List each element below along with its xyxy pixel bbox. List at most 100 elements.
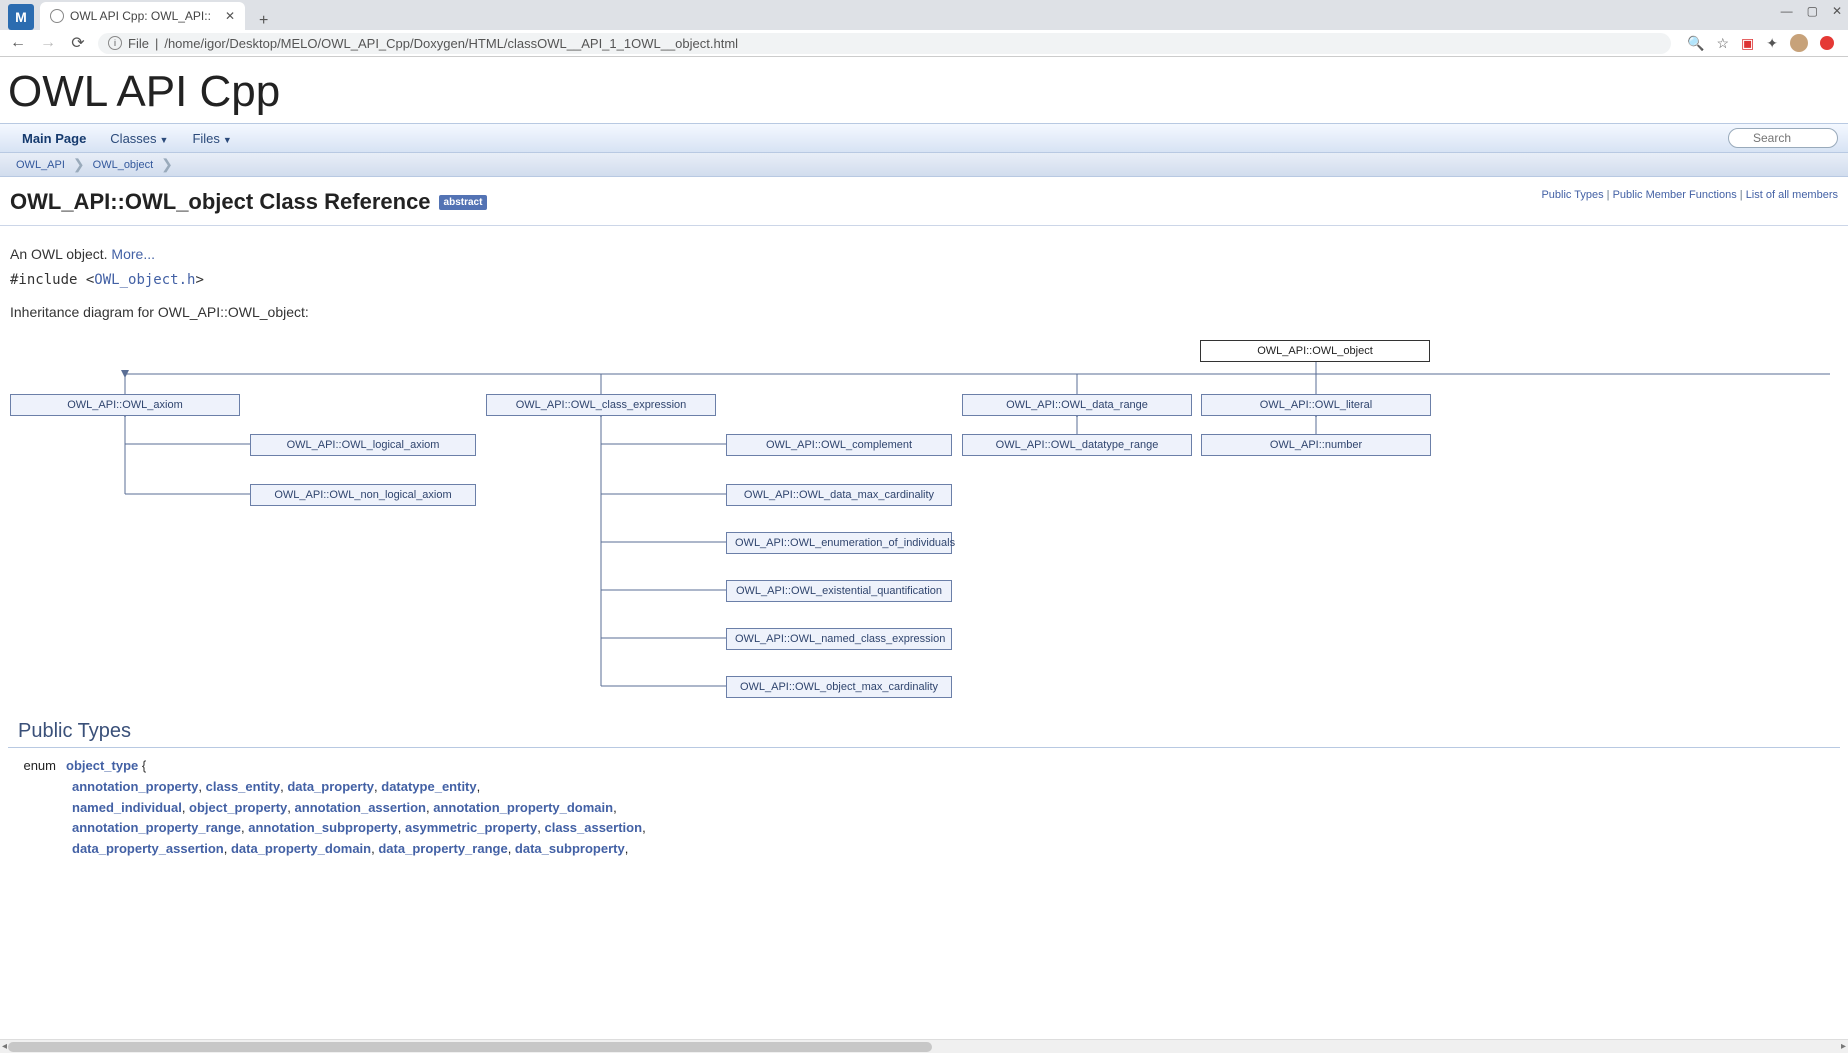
public-types-table: enum object_type { annotation_property, … <box>0 748 1848 868</box>
diag-node-literal[interactable]: OWL_API::OWL_literal <box>1201 394 1431 416</box>
enum-val[interactable]: data_property_assertion <box>72 841 224 856</box>
link-public-types[interactable]: Public Types <box>1541 189 1603 201</box>
diag-node-datatype-range[interactable]: OWL_API::OWL_datatype_range <box>962 434 1192 456</box>
nav-classes[interactable]: Classes ▼ <box>98 125 180 152</box>
diag-node-data-max-card[interactable]: OWL_API::OWL_data_max_cardinality <box>726 484 952 506</box>
diag-node-axiom[interactable]: OWL_API::OWL_axiom <box>10 394 240 416</box>
breadcrumb-sep-icon: ❯ <box>73 156 85 173</box>
diag-node-logical-axiom[interactable]: OWL_API::OWL_logical_axiom <box>250 434 476 456</box>
forward-button[interactable]: → <box>38 34 58 52</box>
inheritance-diagram: OWL_API::OWL_object OWL_API::OWL_axiom O… <box>0 336 1848 706</box>
enum-val[interactable]: annotation_subproperty <box>248 820 398 835</box>
enum-brace: { <box>142 758 146 773</box>
chevron-down-icon: ▼ <box>160 135 169 145</box>
abstract-badge: abstract <box>439 195 488 210</box>
chevron-down-icon: ▼ <box>223 135 232 145</box>
page-title: OWL_API::OWL_object Class Reference abst… <box>10 189 487 215</box>
enum-values-line2: named_individual, object_property, annot… <box>16 798 1832 819</box>
diag-node-data-range[interactable]: OWL_API::OWL_data_range <box>962 394 1192 416</box>
enum-val[interactable]: annotation_property_domain <box>433 800 613 815</box>
diag-node-named-class-expr[interactable]: OWL_API::OWL_named_class_expression <box>726 628 952 650</box>
diag-node-class-expression[interactable]: OWL_API::OWL_class_expression <box>486 394 716 416</box>
enum-name-link[interactable]: object_type <box>66 758 138 773</box>
breadcrumb-leaf[interactable]: OWL_object <box>85 159 162 171</box>
main-nav: Main Page Classes ▼ Files ▼ 🔍 <box>0 123 1848 153</box>
horizontal-scrollbar[interactable]: ◂ ▸ <box>0 1039 1848 1053</box>
back-button[interactable]: ← <box>8 34 28 52</box>
project-title: OWL API Cpp <box>0 57 1848 123</box>
close-window-button[interactable]: ✕ <box>1832 4 1842 18</box>
public-types-header: Public Types <box>8 712 1840 748</box>
extensions-puzzle-icon[interactable]: ✦ <box>1766 35 1778 52</box>
enum-keyword: enum <box>16 756 56 777</box>
diag-node-complement[interactable]: OWL_API::OWL_complement <box>726 434 952 456</box>
scroll-left-icon[interactable]: ◂ <box>2 1041 7 1052</box>
address-bar: ← → ⟳ i File | /home/igor/Desktop/MELO/O… <box>0 30 1848 57</box>
search-wrap: 🔍 <box>1728 128 1838 148</box>
reload-button[interactable]: ⟳ <box>68 33 88 53</box>
enum-val[interactable]: annotation_property <box>72 779 198 794</box>
bookmark-icon[interactable]: ☆ <box>1716 35 1729 52</box>
include-line: #include <OWL_object.h> <box>0 272 1848 298</box>
breadcrumb-root[interactable]: OWL_API <box>8 159 73 171</box>
more-link[interactable]: More... <box>111 246 155 262</box>
enum-val[interactable]: data_property <box>287 779 374 794</box>
window-controls: — ▢ ✕ <box>1781 4 1842 18</box>
record-icon[interactable] <box>1820 36 1834 50</box>
scroll-right-icon[interactable]: ▸ <box>1841 1041 1846 1052</box>
tab-bar: M OWL API Cpp: OWL_API:: ✕ + — ▢ ✕ <box>0 0 1848 30</box>
new-tab-button[interactable]: + <box>253 12 274 30</box>
breadcrumb: OWL_API ❯ OWL_object ❯ <box>0 153 1848 177</box>
browser-tab[interactable]: OWL API Cpp: OWL_API:: ✕ <box>40 2 245 30</box>
inheritance-label: Inheritance diagram for OWL_API::OWL_obj… <box>0 298 1848 326</box>
diag-node-root[interactable]: OWL_API::OWL_object <box>1200 340 1430 362</box>
close-tab-icon[interactable]: ✕ <box>225 9 235 23</box>
profile-avatar[interactable] <box>1790 34 1808 52</box>
toolbar-icons: 🔍 ☆ ▣ ✦ <box>1681 34 1840 52</box>
page-header-row: OWL_API::OWL_object Class Reference abst… <box>0 177 1848 215</box>
url-field[interactable]: i File | /home/igor/Desktop/MELO/OWL_API… <box>98 33 1671 54</box>
diag-node-object-max-card[interactable]: OWL_API::OWL_object_max_cardinality <box>726 676 952 698</box>
enum-val[interactable]: data_subproperty <box>515 841 625 856</box>
enum-val[interactable]: annotation_assertion <box>295 800 426 815</box>
brief-text: An OWL object. <box>10 246 108 262</box>
include-post: > <box>195 272 203 288</box>
include-file-link[interactable]: OWL_object.h <box>94 272 195 288</box>
enum-values-line1: annotation_property, class_entity, data_… <box>16 777 1832 798</box>
diag-node-enum-individuals[interactable]: OWL_API::OWL_enumeration_of_individuals <box>726 532 952 554</box>
maximize-button[interactable]: ▢ <box>1807 4 1818 18</box>
enum-val[interactable]: class_assertion <box>544 820 642 835</box>
brief-description: An OWL object. More... <box>0 236 1848 272</box>
diag-node-non-logical-axiom[interactable]: OWL_API::OWL_non_logical_axiom <box>250 484 476 506</box>
include-pre: #include < <box>10 272 94 288</box>
enum-val[interactable]: class_entity <box>206 779 280 794</box>
breadcrumb-sep-icon: ❯ <box>161 156 173 173</box>
enum-val[interactable]: object_property <box>189 800 287 815</box>
search-input[interactable] <box>1728 128 1838 148</box>
enum-val[interactable]: data_property_domain <box>231 841 371 856</box>
link-public-members[interactable]: Public Member Functions <box>1613 189 1737 201</box>
tab-title: OWL API Cpp: OWL_API:: <box>70 9 211 23</box>
enum-val[interactable]: annotation_property_range <box>72 820 241 835</box>
nav-classes-label: Classes <box>110 131 156 146</box>
enum-val[interactable]: asymmetric_property <box>405 820 537 835</box>
nav-main-page[interactable]: Main Page <box>10 125 98 152</box>
enum-val[interactable]: named_individual <box>72 800 182 815</box>
favicon-icon <box>50 9 64 23</box>
nav-files-label: Files <box>192 131 219 146</box>
divider <box>0 225 1848 226</box>
scrollbar-thumb[interactable] <box>8 1042 932 1052</box>
diag-node-number[interactable]: OWL_API::number <box>1201 434 1431 456</box>
minimize-button[interactable]: — <box>1781 4 1793 18</box>
nav-files[interactable]: Files ▼ <box>180 125 243 152</box>
diag-node-existential-quant[interactable]: OWL_API::OWL_existential_quantification <box>726 580 952 602</box>
site-info-icon[interactable]: i <box>108 36 122 50</box>
zoom-icon[interactable]: 🔍 <box>1687 35 1704 52</box>
link-all-members[interactable]: List of all members <box>1746 189 1838 201</box>
page-title-text: OWL_API::OWL_object Class Reference <box>10 189 431 215</box>
url-path: /home/igor/Desktop/MELO/OWL_API_Cpp/Doxy… <box>164 36 738 51</box>
browser-chrome: M OWL API Cpp: OWL_API:: ✕ + — ▢ ✕ ← → ⟳… <box>0 0 1848 57</box>
extension-icon[interactable]: ▣ <box>1741 35 1754 52</box>
enum-val[interactable]: datatype_entity <box>381 779 476 794</box>
enum-val[interactable]: data_property_range <box>378 841 507 856</box>
